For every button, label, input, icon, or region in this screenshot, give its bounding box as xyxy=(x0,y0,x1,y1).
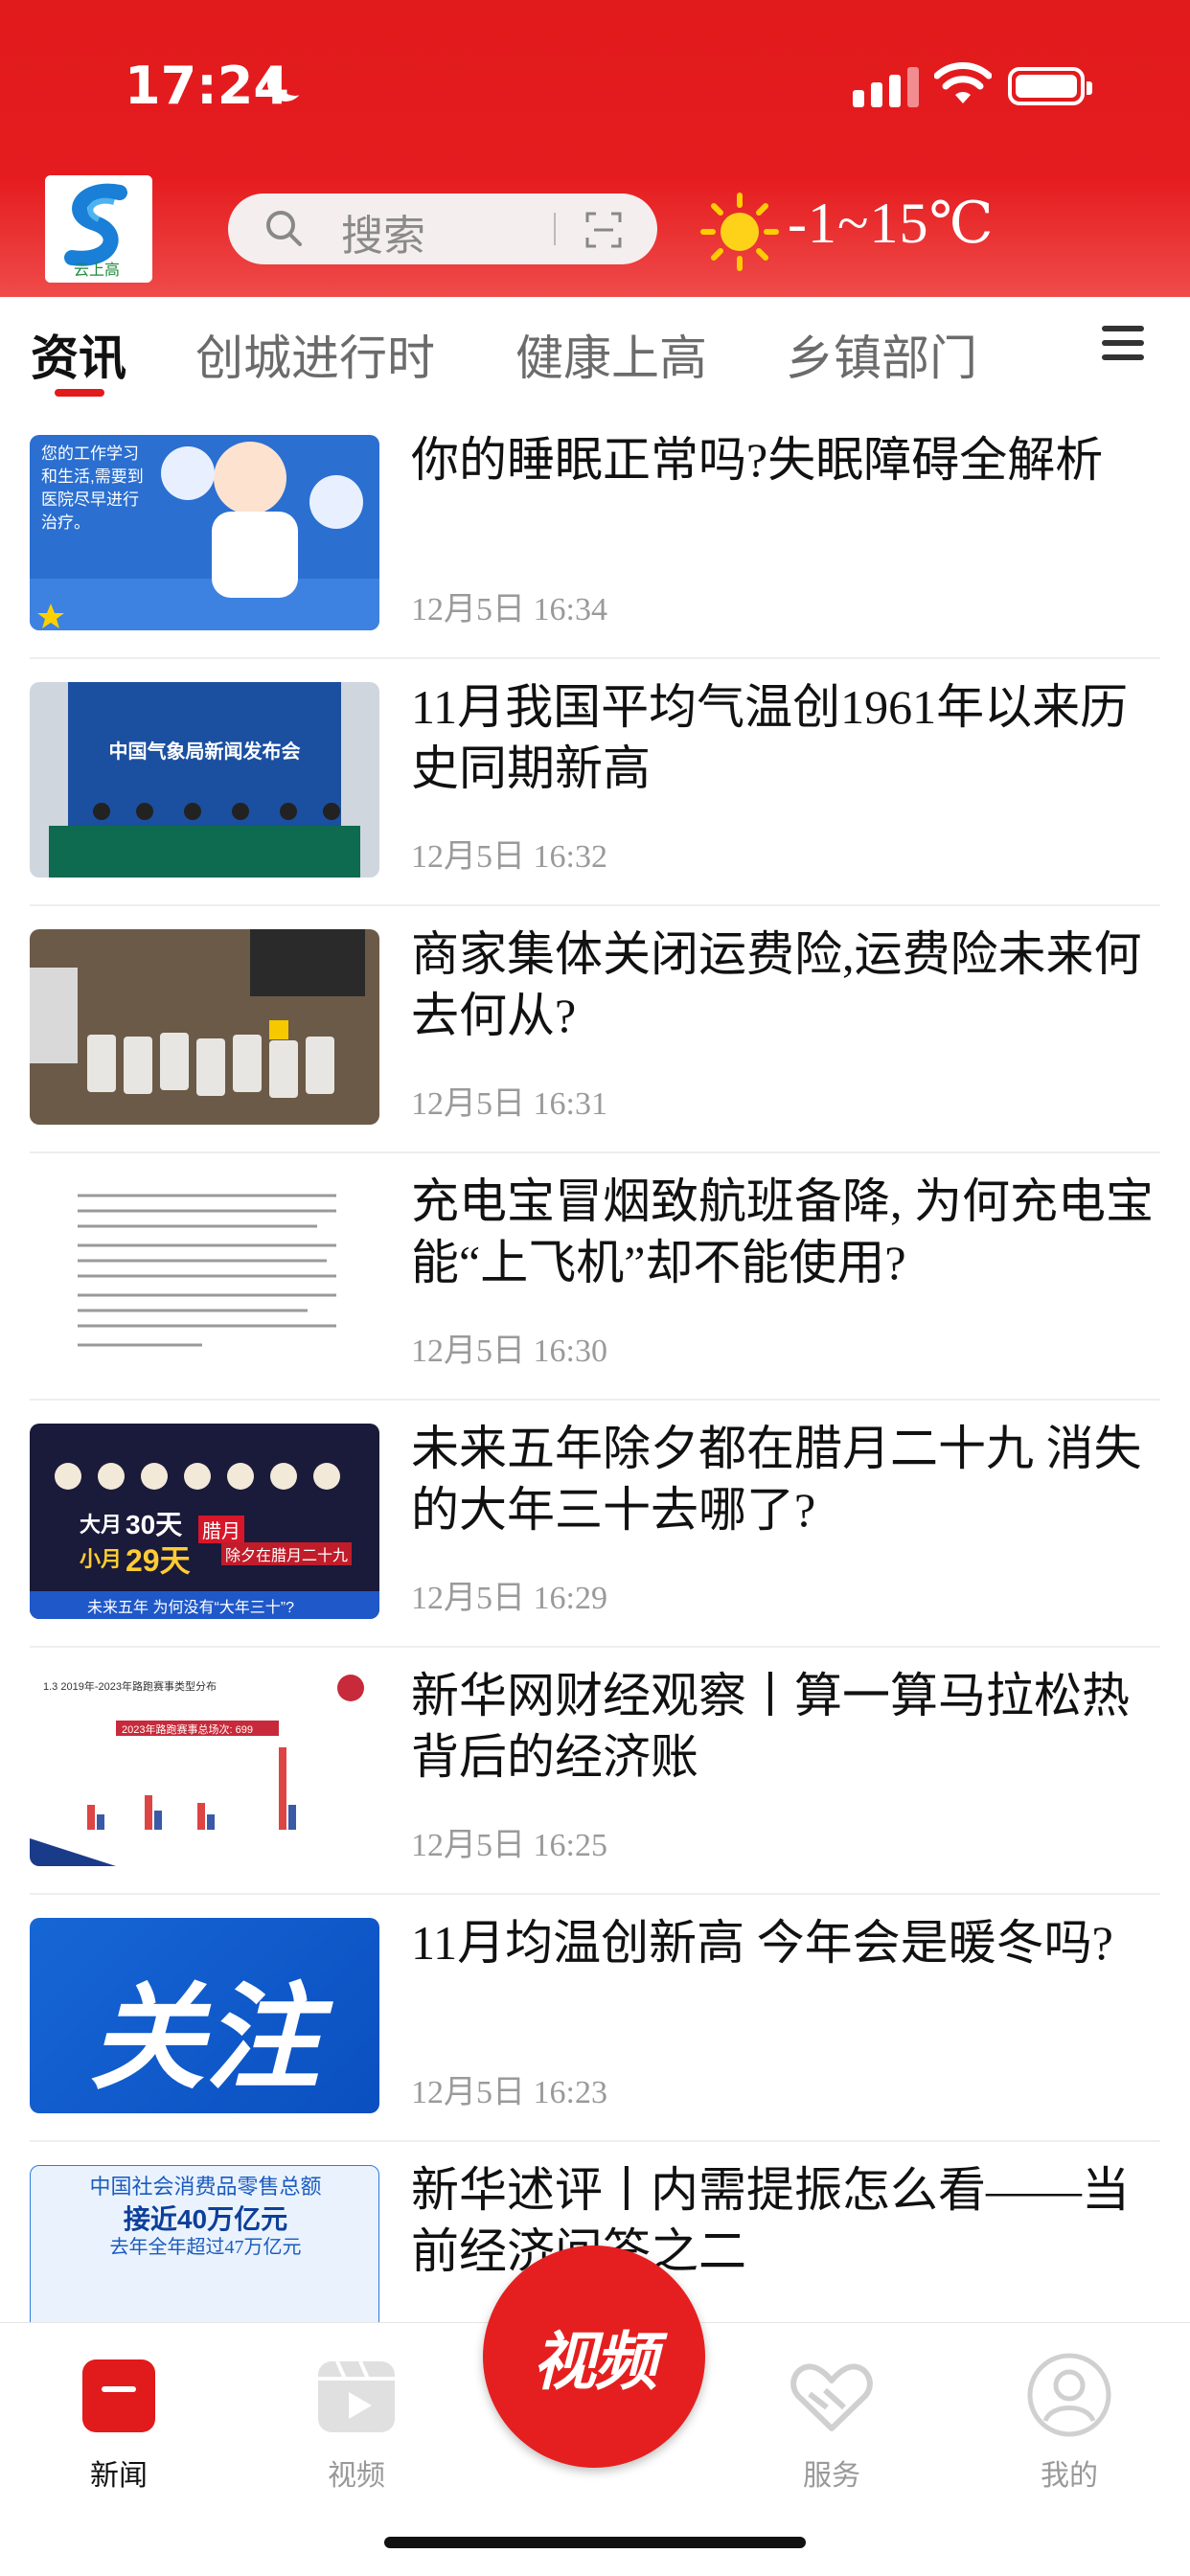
thumbnail-text: 2023年路跑赛事总场次: 699 xyxy=(122,1724,253,1736)
news-time: 12月5日 16:30 xyxy=(411,1334,607,1369)
nav-profile[interactable]: 我的 xyxy=(1002,2338,1136,2492)
thumbnail-caption: 中国气象局新闻发布会 xyxy=(108,741,301,763)
battery-icon xyxy=(1008,67,1092,105)
news-time: 12月5日 16:25 xyxy=(411,1828,607,1863)
moon-icon xyxy=(277,59,313,96)
search-icon xyxy=(266,211,302,246)
list-item[interactable]: 1.3 2019年-2023年路跑赛事类型分布 2023年路跑赛事总场次: 69… xyxy=(30,1648,1160,1895)
news-title[interactable]: 未来五年除夕都在腊月二十九 消失的大年三十去哪了? xyxy=(411,1418,1158,1540)
nav-video[interactable]: 视频 xyxy=(289,2338,423,2492)
thumbnail-caption: 您的工作学习和生活,需要到医院尽早进行治疗。 xyxy=(41,445,144,532)
news-time: 12月5日 16:23 xyxy=(411,2075,607,2110)
category-tabs: 资讯 创城进行时 健康上高 乡镇部门 xyxy=(0,297,1190,412)
list-item[interactable]: 商家集体关闭运费险,运费险未来何去何从? 12月5日 16:31 xyxy=(30,906,1160,1153)
profile-icon xyxy=(1027,2353,1111,2437)
thumbnail-text: 大月 xyxy=(80,1513,123,1537)
search-placeholder: 搜索 xyxy=(341,213,425,260)
scan-icon[interactable] xyxy=(584,211,623,249)
news-time: 12月5日 16:34 xyxy=(411,592,607,627)
news-thumbnail: 您的工作学习和生活,需要到医院尽早进行治疗。 xyxy=(30,435,379,630)
status-time: 17:24 xyxy=(125,56,289,116)
active-tab-indicator xyxy=(55,389,104,397)
news-thumbnail: 1.3 2019年-2023年路跑赛事类型分布 2023年路跑赛事总场次: 69… xyxy=(30,1671,379,1866)
thumbnail-text: 1.3 2019年-2023年路跑赛事类型分布 xyxy=(43,1681,217,1693)
thumbnail-text: 中国社会消费品零售总额 xyxy=(89,2175,322,2199)
nav-label: 视频 xyxy=(328,2460,385,2492)
tab-towns-departments[interactable]: 乡镇部门 xyxy=(786,320,977,389)
video-center-button[interactable]: 视频 xyxy=(483,2245,705,2468)
wifi-icon xyxy=(934,62,992,103)
nav-label: 服务 xyxy=(803,2460,860,2492)
search-divider xyxy=(554,213,556,245)
thumbnail-text: 除夕在腊月二十九 xyxy=(221,1542,353,1565)
menu-icon[interactable] xyxy=(1102,326,1144,364)
list-item[interactable]: 关注 11月均温创新高 今年会是暖冬吗? 12月5日 16:23 xyxy=(30,1895,1160,2142)
list-item[interactable]: 您的工作学习和生活,需要到医院尽早进行治疗。 你的睡眠正常吗?失眠障碍全解析 1… xyxy=(30,412,1160,659)
cellular-signal-icon xyxy=(853,63,922,107)
news-title[interactable]: 新华述评丨内需提振怎么看——当前经济问答之二 xyxy=(411,2159,1158,2282)
news-time: 12月5日 16:32 xyxy=(411,839,607,875)
weather-temperature[interactable]: -1~15℃ xyxy=(788,190,995,257)
news-time: 12月5日 16:31 xyxy=(411,1086,607,1122)
nav-news[interactable]: 新闻 xyxy=(52,2338,186,2492)
app-logo[interactable]: 云上高 xyxy=(45,175,152,283)
news-title[interactable]: 你的睡眠正常吗?失眠障碍全解析 xyxy=(411,429,1158,490)
news-thumbnail: 大月 30天 小月 29天 腊月 除夕在腊月二十九 未来五年 为何没有“大年三十… xyxy=(30,1424,379,1619)
video-icon xyxy=(318,2360,395,2432)
video-center-label: 视频 xyxy=(533,2325,657,2399)
search-bar[interactable]: 搜索 xyxy=(228,194,657,264)
thumbnail-text: 关注 xyxy=(89,1972,320,2106)
news-title[interactable]: 新华网财经观察丨算一算马拉松热背后的经济账 xyxy=(411,1665,1158,1788)
news-thumbnail xyxy=(30,929,379,1125)
thumbnail-text: 未来五年 为何没有“大年三十”? xyxy=(87,1600,295,1616)
tab-health[interactable]: 健康上高 xyxy=(515,320,707,389)
news-title[interactable]: 商家集体关闭运费险,运费险未来何去何从? xyxy=(411,923,1158,1046)
news-title[interactable]: 11月我国平均气温创1961年以来历史同期新高 xyxy=(411,676,1158,799)
news-title[interactable]: 充电宝冒烟致航班备降, 为何充电宝能“上飞机”却不能使用? xyxy=(411,1171,1158,1293)
news-icon xyxy=(82,2359,155,2432)
svg-text:云上高: 云上高 xyxy=(74,262,120,279)
service-icon xyxy=(790,2363,873,2431)
thumbnail-text: 小月 xyxy=(80,1547,123,1571)
news-thumbnail xyxy=(30,1176,379,1372)
news-time: 12月5日 16:29 xyxy=(411,1581,607,1616)
nav-label: 新闻 xyxy=(90,2460,148,2492)
sun-icon xyxy=(700,193,779,271)
list-item[interactable]: 大月 30天 小月 29天 腊月 除夕在腊月二十九 未来五年 为何没有“大年三十… xyxy=(30,1401,1160,1648)
news-thumbnail: 关注 xyxy=(30,1918,379,2113)
thumbnail-text: 29天 xyxy=(126,1543,191,1578)
nav-label: 我的 xyxy=(1041,2460,1098,2492)
news-title[interactable]: 11月均温创新高 今年会是暖冬吗? xyxy=(411,1912,1158,1973)
home-indicator xyxy=(384,2537,806,2548)
thumbnail-text: 去年全年超过47万亿元 xyxy=(109,2237,302,2258)
list-item[interactable]: 充电宝冒烟致航班备降, 为何充电宝能“上飞机”却不能使用? 12月5日 16:3… xyxy=(30,1153,1160,1401)
nav-service[interactable]: 服务 xyxy=(765,2338,899,2492)
thumbnail-text: 腊月 xyxy=(198,1516,244,1543)
tab-news[interactable]: 资讯 xyxy=(31,320,126,389)
news-thumbnail: 中国气象局新闻发布会 xyxy=(30,682,379,878)
app-header: 17:24 云上高 搜索 -1~15℃ xyxy=(0,0,1190,297)
tab-civilized-city[interactable]: 创城进行时 xyxy=(195,320,435,389)
list-item[interactable]: 中国气象局新闻发布会 11月我国平均气温创1961年以来历史同期新高 12月5日… xyxy=(30,659,1160,906)
